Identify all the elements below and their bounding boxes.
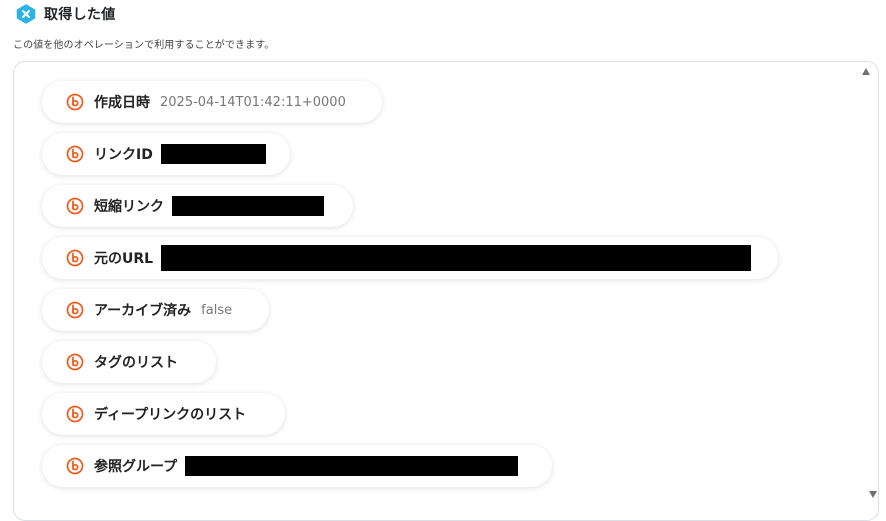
scroll-up-arrow-icon[interactable] bbox=[862, 68, 870, 75]
value-item-archived[interactable]: アーカイブ済み false bbox=[42, 289, 269, 331]
value-item-deeplink-list[interactable]: ディープリンクのリスト bbox=[42, 393, 285, 435]
value-item-original-url[interactable]: 元のURL bbox=[42, 237, 778, 279]
redacted-value bbox=[185, 456, 519, 476]
value-item-link-id[interactable]: リンクID bbox=[42, 133, 290, 175]
value-item-label: アーカイブ済み bbox=[94, 303, 192, 319]
x-icon bbox=[16, 4, 36, 24]
section-title: 取得した値 bbox=[44, 7, 116, 23]
value-item-created-at[interactable]: 作成日時 2025-04-14T01:42:11+0000 bbox=[42, 81, 382, 123]
redacted-value bbox=[172, 196, 324, 216]
value-item-value: 2025-04-14T01:42:11+0000 bbox=[160, 94, 346, 110]
value-item-short-link[interactable]: 短縮リンク bbox=[42, 185, 353, 227]
value-item-label: ディープリンクのリスト bbox=[94, 407, 247, 423]
redacted-value bbox=[161, 245, 752, 271]
bitly-icon bbox=[66, 301, 84, 319]
bitly-icon bbox=[66, 353, 84, 371]
bitly-icon bbox=[66, 249, 84, 267]
value-item-label: リンクID bbox=[94, 147, 153, 163]
section-description: この値を他のオペレーションで利用することができます。 bbox=[13, 40, 275, 51]
value-item-value: false bbox=[201, 302, 233, 318]
value-item-label: 元のURL bbox=[94, 251, 154, 267]
value-item-label: 短縮リンク bbox=[94, 199, 164, 215]
value-item-reference-group[interactable]: 参照グループ bbox=[42, 445, 552, 487]
section-header: 取得した値 bbox=[16, 3, 116, 25]
values-panel[interactable]: 作成日時 2025-04-14T01:42:11+0000 リンクID 短縮リン… bbox=[13, 61, 879, 521]
scroll-down-arrow-icon[interactable] bbox=[869, 491, 877, 498]
value-item-label: タグのリスト bbox=[94, 355, 178, 371]
value-item-label: 参照グループ bbox=[94, 459, 178, 475]
bitly-icon bbox=[66, 405, 84, 423]
redacted-value bbox=[160, 144, 266, 164]
bitly-icon bbox=[66, 93, 84, 111]
value-item-tag-list[interactable]: タグのリスト bbox=[42, 341, 216, 383]
bitly-icon bbox=[66, 145, 84, 163]
bitly-icon bbox=[66, 197, 84, 215]
value-item-label: 作成日時 bbox=[94, 95, 150, 111]
bitly-icon bbox=[66, 457, 84, 475]
